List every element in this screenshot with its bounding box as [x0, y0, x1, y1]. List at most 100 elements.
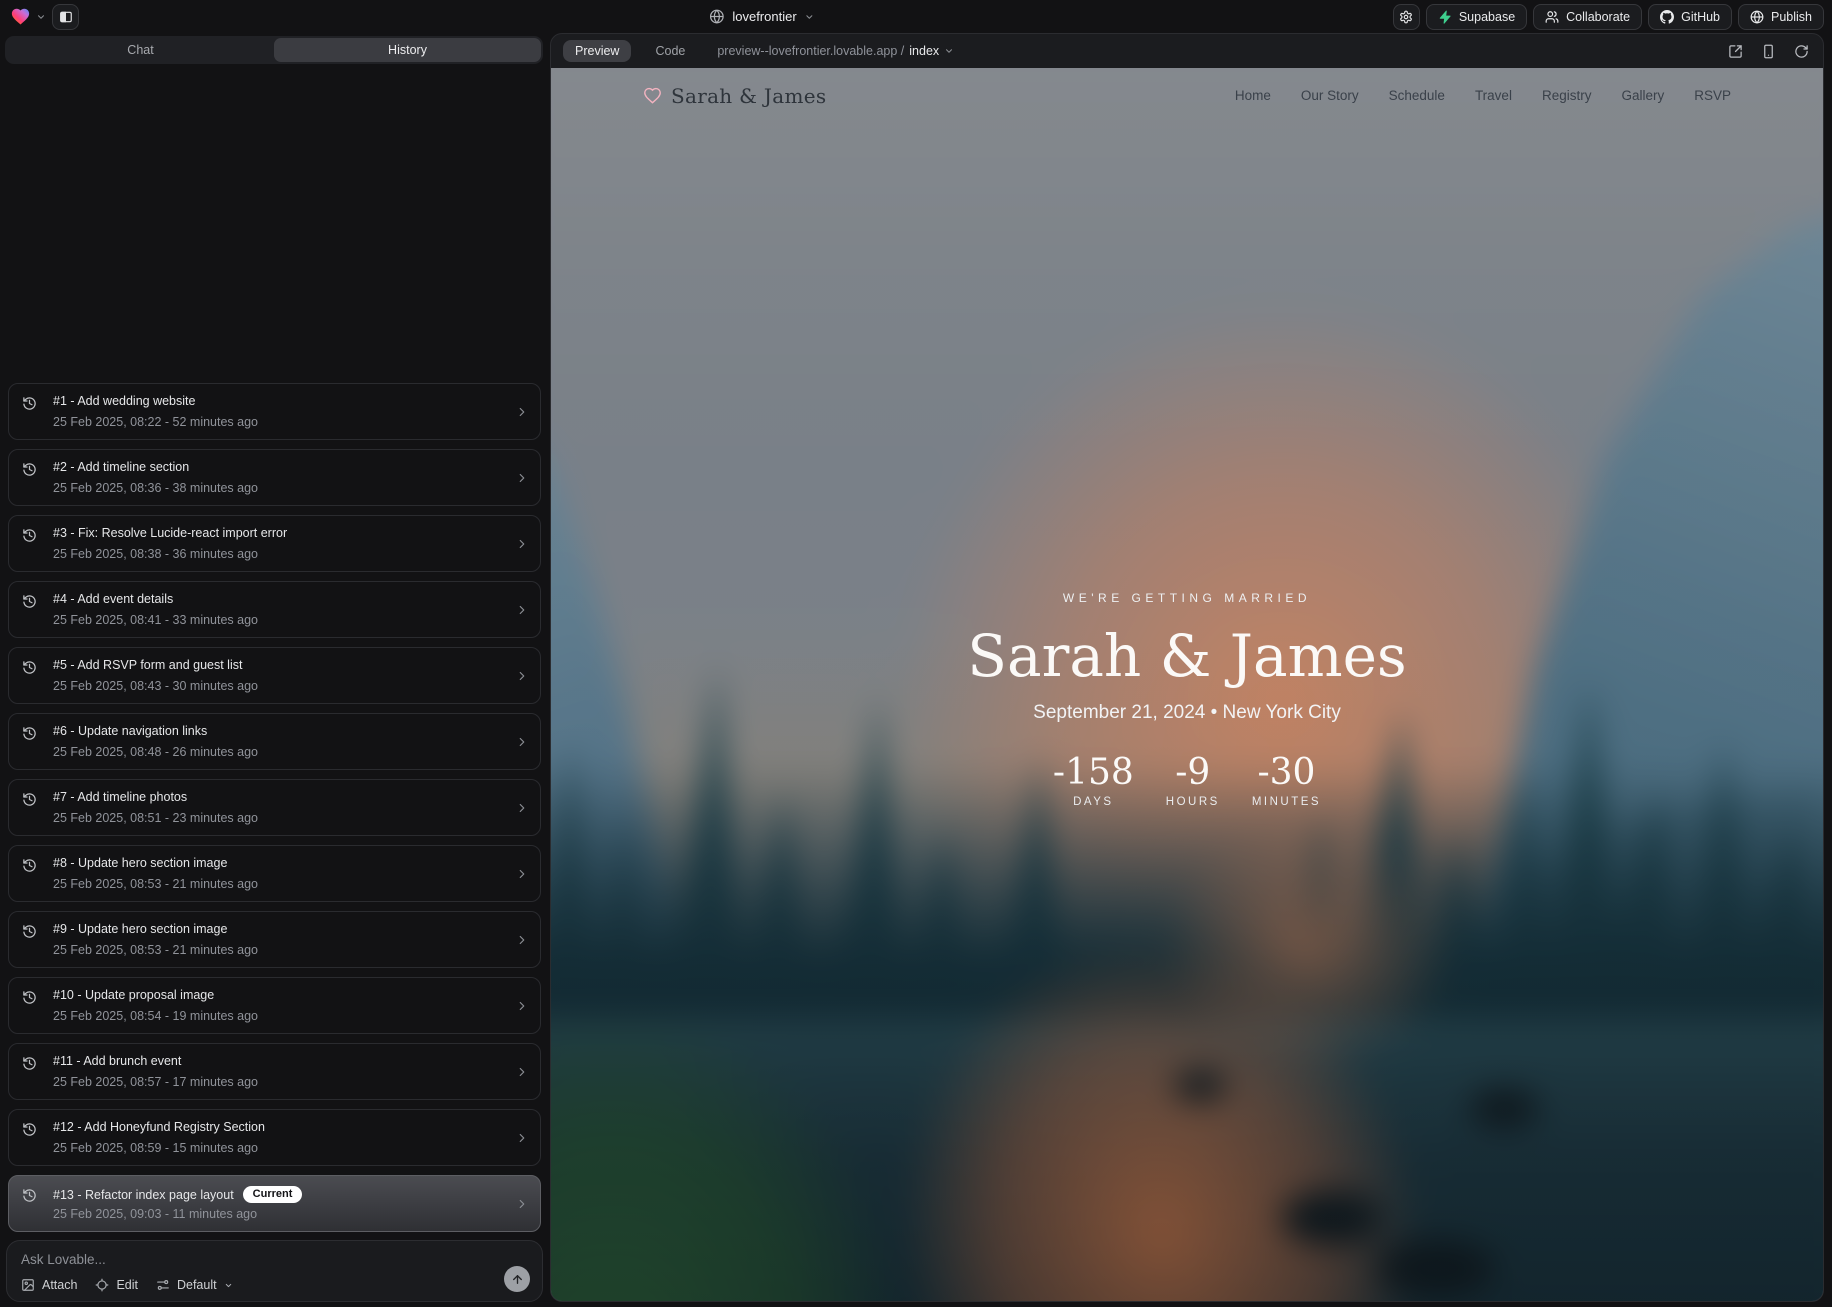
- edit-label: Edit: [116, 1278, 138, 1292]
- history-icon: [22, 990, 37, 1005]
- settings-button[interactable]: [1393, 4, 1420, 30]
- history-item-timestamp: 25 Feb 2025, 09:03 - 11 minutes ago: [53, 1207, 257, 1221]
- nav-link-travel[interactable]: Travel: [1475, 88, 1512, 103]
- site-heart-icon: [643, 87, 662, 104]
- history-item-title: #6 - Update navigation links: [53, 724, 207, 738]
- history-icon: [22, 396, 37, 411]
- tab-chat[interactable]: Chat: [7, 38, 274, 62]
- chevron-right-icon: [515, 735, 529, 749]
- nav-link-schedule[interactable]: Schedule: [1389, 88, 1445, 103]
- history-item[interactable]: #8 - Update hero section image 25 Feb 20…: [8, 845, 541, 902]
- attach-button[interactable]: Attach: [21, 1278, 77, 1292]
- sidebar-toggle-button[interactable]: [52, 4, 79, 30]
- prompt-composer: Attach Edit Default: [6, 1240, 543, 1302]
- lovable-logo-menu[interactable]: [10, 7, 46, 26]
- preview-panel: Preview Code preview--lovefrontier.lovab…: [550, 33, 1824, 1302]
- history-item-timestamp: 25 Feb 2025, 08:59 - 15 minutes ago: [53, 1141, 258, 1155]
- site-nav: Home Our Story Schedule Travel Registry …: [1235, 88, 1731, 103]
- nav-link-home[interactable]: Home: [1235, 88, 1271, 103]
- site-header: Sarah & James Home Our Story Schedule Tr…: [551, 68, 1823, 123]
- edit-button[interactable]: Edit: [95, 1278, 138, 1292]
- publish-globe-icon: [1750, 10, 1764, 24]
- history-item-title: #12 - Add Honeyfund Registry Section: [53, 1120, 265, 1134]
- history-item[interactable]: #11 - Add brunch event 25 Feb 2025, 08:5…: [8, 1043, 541, 1100]
- hero-subtitle: September 21, 2024 • New York City: [551, 702, 1823, 724]
- collaborate-label: Collaborate: [1566, 10, 1630, 24]
- history-item[interactable]: #3 - Fix: Resolve Lucide-react import er…: [8, 515, 541, 572]
- history-item[interactable]: #6 - Update navigation links 25 Feb 2025…: [8, 713, 541, 770]
- hero-eyebrow: WE'RE GETTING MARRIED: [551, 591, 1823, 605]
- site-brand[interactable]: Sarah & James: [643, 84, 826, 108]
- history-item-title: #10 - Update proposal image: [53, 988, 214, 1002]
- history-item[interactable]: #4 - Add event details 25 Feb 2025, 08:4…: [8, 581, 541, 638]
- countdown-hours: -9 HOURS: [1164, 755, 1222, 808]
- history-item[interactable]: #2 - Add timeline section 25 Feb 2025, 0…: [8, 449, 541, 506]
- chevron-down-icon: [224, 1281, 233, 1290]
- mode-label: Default: [177, 1278, 217, 1292]
- history-item[interactable]: #5 - Add RSVP form and guest list 25 Feb…: [8, 647, 541, 704]
- history-item-title: #8 - Update hero section image: [53, 856, 227, 870]
- nav-link-our-story[interactable]: Our Story: [1301, 88, 1359, 103]
- prompt-input[interactable]: [21, 1252, 441, 1267]
- nav-link-registry[interactable]: Registry: [1542, 88, 1592, 103]
- tab-history[interactable]: History: [274, 38, 541, 62]
- history-item-title: #9 - Update hero section image: [53, 922, 227, 936]
- mode-selector[interactable]: Default: [156, 1278, 233, 1292]
- history-item[interactable]: #1 - Add wedding website 25 Feb 2025, 08…: [8, 383, 541, 440]
- gear-icon: [1399, 10, 1413, 24]
- refresh-icon[interactable]: [1794, 44, 1809, 59]
- history-item-current[interactable]: #13 - Refactor index page layout Current…: [8, 1175, 541, 1232]
- github-button[interactable]: GitHub: [1648, 4, 1732, 30]
- history-item-timestamp: 25 Feb 2025, 08:51 - 23 minutes ago: [53, 811, 258, 825]
- history-item-title: #11 - Add brunch event: [53, 1054, 181, 1068]
- tab-code[interactable]: Code: [643, 40, 697, 62]
- history-item-timestamp: 25 Feb 2025, 08:48 - 26 minutes ago: [53, 745, 258, 759]
- edit-select-icon: [95, 1278, 109, 1292]
- history-item[interactable]: #9 - Update hero section image 25 Feb 20…: [8, 911, 541, 968]
- sliders-icon: [156, 1278, 170, 1292]
- preview-url-selector[interactable]: preview--lovefrontier.lovable.app / inde…: [717, 44, 954, 58]
- topbar: lovefrontier Supabase Collaborate GitHub: [0, 0, 1832, 33]
- history-item-timestamp: 25 Feb 2025, 08:41 - 33 minutes ago: [53, 613, 258, 627]
- history-icon: [22, 1056, 37, 1071]
- chevron-down-icon: [36, 12, 46, 22]
- history-item[interactable]: #12 - Add Honeyfund Registry Section 25 …: [8, 1109, 541, 1166]
- history-icon: [22, 726, 37, 741]
- lovable-heart-icon: [10, 7, 31, 26]
- history-item[interactable]: #10 - Update proposal image 25 Feb 2025,…: [8, 977, 541, 1034]
- countdown: -158 DAYS -9 HOURS -30 MINUTES: [551, 755, 1823, 808]
- project-switcher[interactable]: lovefrontier: [709, 9, 814, 24]
- supabase-icon: [1438, 10, 1452, 24]
- history-item[interactable]: #7 - Add timeline photos 25 Feb 2025, 08…: [8, 779, 541, 836]
- history-icon: [22, 1122, 37, 1137]
- tab-preview[interactable]: Preview: [563, 40, 631, 62]
- chevron-right-icon: [515, 867, 529, 881]
- supabase-button[interactable]: Supabase: [1426, 4, 1527, 30]
- collaborate-button[interactable]: Collaborate: [1533, 4, 1642, 30]
- chevron-right-icon: [515, 801, 529, 815]
- history-item-title: #13 - Refactor index page layout: [53, 1188, 234, 1202]
- countdown-minutes-label: MINUTES: [1252, 796, 1321, 808]
- collaborate-icon: [1545, 10, 1559, 24]
- chevron-right-icon: [515, 405, 529, 419]
- send-button[interactable]: [504, 1266, 530, 1292]
- preview-url-page: index: [909, 44, 939, 58]
- mobile-view-icon[interactable]: [1761, 44, 1776, 59]
- nav-link-rsvp[interactable]: RSVP: [1694, 88, 1731, 103]
- open-in-new-window-icon[interactable]: [1728, 44, 1743, 59]
- nav-link-gallery[interactable]: Gallery: [1621, 88, 1664, 103]
- history-item-title: #3 - Fix: Resolve Lucide-react import er…: [53, 526, 287, 540]
- history-item-title: #4 - Add event details: [53, 592, 173, 606]
- chevron-right-icon: [515, 603, 529, 617]
- history-icon: [22, 660, 37, 675]
- send-arrow-icon: [511, 1273, 524, 1286]
- countdown-minutes-value: -30: [1252, 755, 1321, 791]
- publish-button[interactable]: Publish: [1738, 4, 1824, 30]
- history-item-timestamp: 25 Feb 2025, 08:53 - 21 minutes ago: [53, 943, 258, 957]
- chevron-right-icon: [515, 471, 529, 485]
- preview-url-prefix: preview--lovefrontier.lovable.app /: [717, 44, 904, 58]
- history-icon: [22, 924, 37, 939]
- history-item-title: #5 - Add RSVP form and guest list: [53, 658, 242, 672]
- history-item-timestamp: 25 Feb 2025, 08:38 - 36 minutes ago: [53, 547, 258, 561]
- publish-label: Publish: [1771, 10, 1812, 24]
